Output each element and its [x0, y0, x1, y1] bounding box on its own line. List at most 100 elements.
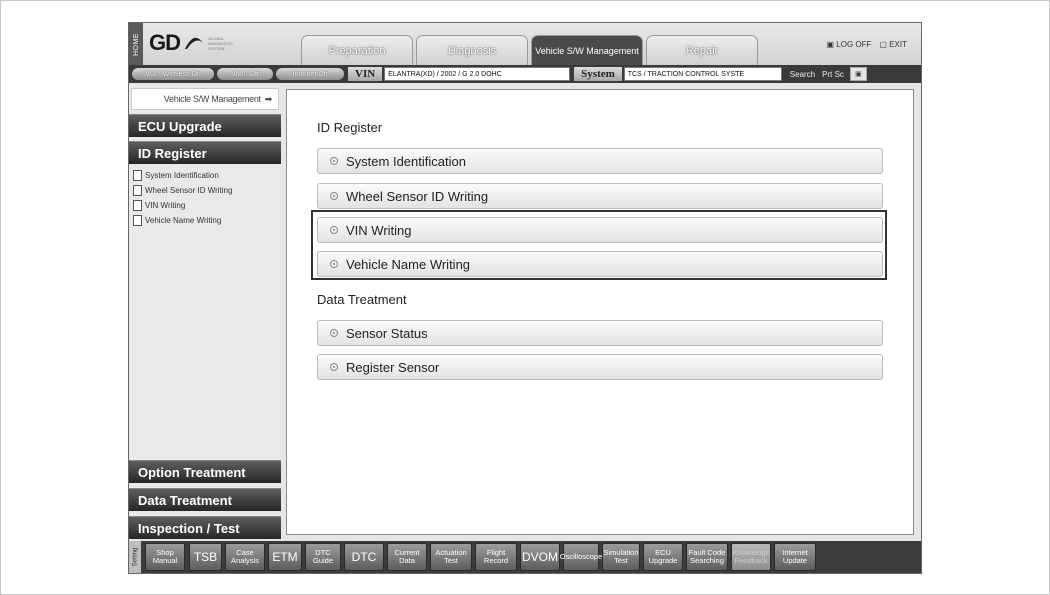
- toolbar-button-knowledge-feedback[interactable]: Knowledge Feedback: [731, 543, 771, 571]
- tab-repair[interactable]: Repair: [646, 35, 758, 66]
- button-label: Register Sensor: [346, 359, 440, 375]
- toolbar-button-ecu-upgrade[interactable]: ECU Upgrade: [643, 543, 683, 571]
- toolbar-label-line1: DVOM: [522, 550, 558, 564]
- toolbar-button-tsb[interactable]: TSB: [189, 543, 222, 571]
- sidebar-item-vehicle-name-writing[interactable]: Vehicle Name Writing: [133, 213, 281, 228]
- logo-text: GD: [149, 30, 181, 55]
- sidebar-bottom-sections: Option Treatment Data Treatment Inspecti…: [129, 455, 281, 539]
- internet-status[interactable]: Internet Off: [276, 68, 344, 80]
- toolbar-button-dvom[interactable]: DVOM: [520, 543, 560, 571]
- toolbar-button-fault-code-searching[interactable]: Fault Code Searching: [686, 543, 728, 571]
- tab-label: Repair: [685, 45, 719, 57]
- sidebar: Vehicle S/W Management ➡ ECU Upgrade ID …: [129, 85, 281, 539]
- top-links: ▣ LOG OFF ▢ EXIT: [827, 40, 908, 49]
- toolbar-button-label: Fault Code Searching: [689, 549, 726, 565]
- button-wheel-sensor-id-writing[interactable]: Wheel Sensor ID Writing: [317, 183, 883, 209]
- sidebar-section-option-treatment[interactable]: Option Treatment: [129, 460, 281, 483]
- toolbar-button-actuation-test[interactable]: Actuation Test: [430, 543, 472, 571]
- tab-label: Diagnosis: [447, 45, 497, 57]
- button-vin-writing[interactable]: VIN Writing: [317, 217, 883, 243]
- toolbar-label-line2: Upgrade: [648, 556, 678, 565]
- button-sensor-status[interactable]: Sensor Status: [317, 320, 883, 346]
- exit-label: EXIT: [889, 40, 907, 49]
- sw-link-label: Vehicle S/W Management: [163, 94, 261, 104]
- vehicle-sw-management-link[interactable]: Vehicle S/W Management ➡: [131, 88, 279, 110]
- group-title-id-register: ID Register: [317, 120, 383, 135]
- document-icon: [133, 200, 142, 211]
- toolbar-button-current-data[interactable]: Current Data: [387, 543, 427, 571]
- toolbar-label-line1: TSB: [193, 550, 218, 564]
- toolbar-button-shop-manual[interactable]: Shop Manual: [145, 543, 185, 571]
- toolbar-button-etm[interactable]: ETM: [268, 543, 302, 571]
- lock-icon: ▣: [826, 40, 835, 49]
- toolbar-button-case-analysis[interactable]: Case Analysis: [225, 543, 265, 571]
- exit-icon: ▢: [879, 40, 887, 49]
- sidebar-item-vin-writing[interactable]: VIN Writing: [133, 198, 281, 213]
- document-icon: [133, 170, 142, 181]
- vin-label: VIN: [348, 67, 383, 81]
- toolbar-button-label: DTC Guide: [313, 549, 333, 565]
- sidebar-item-label: System Identification: [145, 171, 219, 180]
- toolbar-label-line2: Searching: [690, 556, 724, 565]
- toolbar-label-line2: Record: [483, 556, 509, 565]
- sidebar-section-data-treatment[interactable]: Data Treatment: [129, 488, 281, 511]
- toolbar-button-label: DVOM: [522, 551, 558, 563]
- toolbar-button-label: Shop Manual: [153, 549, 178, 565]
- search-link[interactable]: Search: [790, 70, 815, 79]
- toolbar-button-label: Actuation Test: [435, 549, 466, 565]
- toolbar-button-internet-update[interactable]: Internet Update: [774, 543, 816, 571]
- logo-swoosh-icon: [185, 37, 203, 49]
- toolbar-button-flight-record[interactable]: Flight Record: [475, 543, 517, 571]
- vci-status[interactable]: VCI : Wireless On: [132, 68, 214, 80]
- toolbar-button-label: Oscilloscope: [560, 553, 603, 561]
- sidebar-section-ecu-upgrade[interactable]: ECU Upgrade: [129, 114, 281, 137]
- sidebar-item-system-identification[interactable]: System Identification: [133, 168, 281, 183]
- print-screen-link[interactable]: Prt Sc: [822, 70, 844, 79]
- toolbar-button-dtc-guide[interactable]: DTC Guide: [305, 543, 341, 571]
- gds-window: HOME GD GLOBAL DIAGNOSTIC SYSTEM Prepara…: [128, 22, 922, 574]
- bullet-icon: [330, 157, 338, 165]
- button-label: Wheel Sensor ID Writing: [346, 188, 489, 204]
- toolbar-button-simulation-test[interactable]: Simulation Test: [602, 543, 640, 571]
- tab-preparation[interactable]: Preparation: [301, 35, 413, 66]
- sidebar-section-inspection-test[interactable]: Inspection / Test: [129, 516, 281, 539]
- toolbar-button-label: TSB: [194, 551, 217, 563]
- toolbar-label-line2: Feedback: [734, 556, 768, 565]
- sidebar-section-id-register[interactable]: ID Register: [129, 141, 281, 164]
- toolbar-button-label: Knowledge Feedback: [732, 549, 769, 565]
- screenshot-icon[interactable]: ▣: [849, 67, 867, 81]
- tab-label: Vehicle S/W Management: [535, 46, 639, 56]
- home-button[interactable]: HOME: [129, 23, 143, 65]
- sidebar-item-label: Wheel Sensor ID Writing: [145, 186, 233, 195]
- bullet-icon: [330, 192, 338, 200]
- document-icon: [133, 215, 142, 226]
- button-vehicle-name-writing[interactable]: Vehicle Name Writing: [317, 251, 883, 277]
- gds-logo: GD GLOBAL DIAGNOSTIC SYSTEM: [149, 30, 242, 55]
- tab-vehicle-sw-management[interactable]: Vehicle S/W Management: [531, 35, 643, 66]
- logoff-link[interactable]: ▣ LOG OFF: [827, 40, 872, 49]
- button-label: Sensor Status: [346, 325, 428, 341]
- toolbar-label-line2: Test: [614, 556, 628, 565]
- toolbar-label-line2: Manual: [152, 556, 178, 565]
- setting-button[interactable]: Setting: [129, 541, 141, 573]
- toolbar-label-line1: Oscilloscope: [559, 552, 603, 561]
- toolbar-button-oscilloscope[interactable]: Oscilloscope: [560, 543, 602, 571]
- button-register-sensor[interactable]: Register Sensor: [317, 354, 883, 380]
- exit-link[interactable]: ▢ EXIT: [879, 40, 907, 49]
- group-title-data-treatment: Data Treatment: [317, 292, 407, 307]
- tab-diagnosis[interactable]: Diagnosis: [416, 35, 528, 66]
- vmi-status[interactable]: VMI : Off: [217, 68, 273, 80]
- toolbar-button-label: DTC: [352, 551, 377, 563]
- system-label: System: [574, 67, 622, 81]
- system-field[interactable]: TCS / TRACTION CONTROL SYSTE: [623, 67, 782, 81]
- sidebar-item-wheel-sensor-id-writing[interactable]: Wheel Sensor ID Writing: [133, 183, 281, 198]
- toolbar-label-line2: Update: [782, 556, 808, 565]
- toolbar-label-line1: ETM: [272, 550, 298, 564]
- tab-label: Preparation: [328, 45, 386, 57]
- button-system-identification[interactable]: System Identification: [317, 148, 883, 174]
- toolbar-button-label: Current Data: [394, 549, 419, 565]
- vin-field[interactable]: ELANTRA(XD) / 2002 / G 2.0 DOHC: [384, 67, 571, 81]
- toolbar-button-dtc[interactable]: DTC: [344, 543, 384, 571]
- bottom-toolbar: Setting Shop Manual TSB Case Analysis ETM DTC G…: [129, 541, 921, 573]
- logo-subtitle: GLOBAL DIAGNOSTIC SYSTEM: [208, 35, 233, 51]
